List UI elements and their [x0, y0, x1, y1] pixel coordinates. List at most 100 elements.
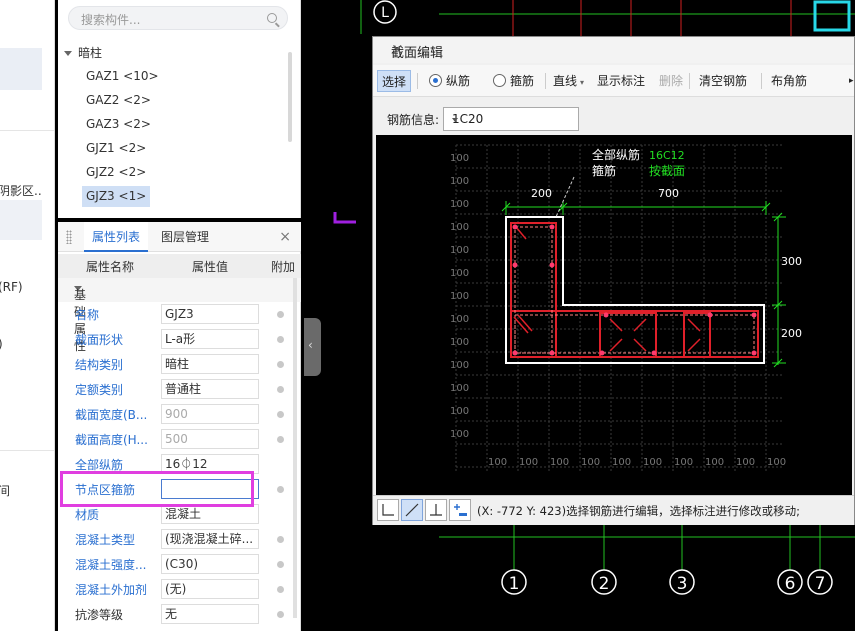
section-edit-canvas[interactable]: 100 100 100 100 100 100 100 100 100 100 100 100 100 1… [376, 135, 852, 495]
sidebar-divider-2 [0, 450, 54, 451]
select-button[interactable]: 选择 [377, 70, 412, 92]
dimension-label-300[interactable]: 300 [781, 255, 802, 268]
properties-scrollbar[interactable] [293, 278, 297, 618]
corner-rebar-button[interactable]: 布角筋 [767, 70, 811, 92]
axis-label-corner: L [381, 5, 389, 21]
rebar-point[interactable] [512, 350, 518, 356]
property-value-field[interactable]: L-a形 [161, 329, 259, 349]
attach-indicator-icon[interactable] [277, 611, 284, 618]
show-dimensions-button[interactable]: 显示标注 [593, 70, 649, 92]
dialog-titlebar[interactable]: 截面编辑 × [373, 37, 854, 63]
property-row[interactable]: 混凝土强度... (C30) [58, 552, 301, 577]
property-row[interactable]: 截面高度(H... 500 [58, 427, 301, 452]
longitudinal-radio[interactable]: 纵筋 [425, 70, 474, 92]
property-group-basic[interactable]: 基础属性 [58, 278, 301, 353]
rebar-point[interactable] [651, 350, 657, 356]
tree-group-hidden-column[interactable]: 暗柱 [64, 44, 102, 61]
close-icon[interactable]: × [279, 229, 291, 245]
dimension-label-200-right[interactable]: 200 [781, 327, 802, 340]
rebar-point[interactable] [751, 312, 757, 318]
tree-item-gjz3[interactable]: GJZ3 <1> [82, 186, 151, 207]
annotation-all-long[interactable]: 全部纵筋 [592, 147, 640, 162]
rebar-point[interactable] [707, 312, 713, 318]
property-value-field[interactable]: 混凝土 [161, 504, 259, 524]
property-row[interactable]: 名称 GJZ3 [58, 302, 301, 327]
add-dimension-icon[interactable] [449, 499, 471, 521]
perpendicular-icon[interactable] [425, 499, 447, 521]
rebar-info-select[interactable]: 1C20 [443, 107, 579, 131]
sidebar-item-paren[interactable]: ) [0, 337, 3, 351]
tree-scrollbar[interactable] [288, 52, 292, 142]
tree-item-gaz3[interactable]: GAZ3 <2> [82, 114, 155, 135]
rebar-point[interactable] [549, 350, 555, 356]
property-row[interactable]: 截面形状 L-a形 [58, 327, 301, 352]
chevron-down-icon[interactable] [64, 51, 72, 56]
tree-item-gaz2[interactable]: GAZ2 <2> [82, 90, 155, 111]
oblique-line-icon[interactable] [401, 499, 423, 521]
property-value-field[interactable]: 900 [161, 404, 259, 424]
rebar-point[interactable] [549, 262, 555, 268]
component-tree-panel: 搜索构件... 暗柱 GAZ1 <10> GAZ2 <2> GAZ3 <2> G… [58, 0, 301, 218]
tree-item-gaz1[interactable]: GAZ1 <10> [82, 66, 163, 87]
collapse-panel-button[interactable]: ‹ [304, 318, 321, 376]
property-row[interactable]: 结构类别 暗柱 [58, 352, 301, 377]
property-value-field[interactable]: (C30) [161, 554, 259, 574]
tree-item-gjz1[interactable]: GJZ1 <2> [82, 138, 150, 159]
clear-rebar-button[interactable]: 清空钢筋 [695, 70, 751, 92]
rebar-point[interactable] [599, 350, 605, 356]
ortho-icon[interactable] [377, 499, 399, 521]
delete-button[interactable]: 删除 [655, 70, 687, 92]
rebar-point[interactable] [512, 262, 518, 268]
attach-indicator-icon[interactable] [277, 486, 284, 493]
attach-indicator-icon[interactable] [277, 311, 284, 318]
grid-label: 100 [612, 457, 631, 468]
tab-layer-management[interactable]: 图层管理 [153, 222, 217, 252]
leader-line [555, 176, 575, 218]
property-row[interactable]: 混凝土类型 (现浇混凝土碎... [58, 527, 301, 552]
property-name: 混凝土强度... [75, 558, 147, 572]
attach-indicator-icon[interactable] [277, 586, 284, 593]
property-row[interactable]: 截面宽度(B... 900 [58, 402, 301, 427]
attach-indicator-icon[interactable] [277, 436, 284, 443]
rebar-point[interactable] [603, 312, 609, 318]
property-row[interactable]: 定额类别 普通柱 [58, 377, 301, 402]
sidebar-item-room[interactable]: 间 [0, 482, 10, 499]
dimension-label-200[interactable]: 200 [531, 187, 552, 200]
rebar-point[interactable] [512, 224, 518, 230]
chevron-right-icon[interactable]: ▸ [845, 70, 855, 92]
attach-indicator-icon[interactable] [277, 561, 284, 568]
property-row[interactable]: 抗渗等级 无 [58, 602, 301, 627]
annotation-by-section[interactable]: 按截面 [649, 164, 685, 178]
rebar-point[interactable] [751, 350, 757, 356]
attach-indicator-icon[interactable] [277, 336, 284, 343]
annotation-spec[interactable]: 16C12 [649, 149, 685, 162]
property-value-field[interactable]: (现浇混凝土碎... [161, 529, 259, 549]
property-value-field[interactable]: 普通柱 [161, 379, 259, 399]
stirrup-radio[interactable]: 箍筋 [489, 70, 538, 92]
toolbar-divider [417, 73, 418, 89]
line-mode-dropdown[interactable]: 直线 ▾ [549, 70, 588, 92]
property-value-field[interactable]: 500 [161, 429, 259, 449]
sidebar-highlight-2 [0, 200, 42, 240]
attach-indicator-icon[interactable] [277, 411, 284, 418]
annotation-stirrup[interactable]: 箍筋 [592, 163, 616, 178]
attach-indicator-icon[interactable] [277, 386, 284, 393]
property-value-field[interactable]: 暗柱 [161, 354, 259, 374]
attach-indicator-icon[interactable] [277, 536, 284, 543]
sidebar-item-shadow[interactable]: 阴影区.. [0, 182, 42, 199]
property-row[interactable]: 混凝土外加剂 (无) [58, 577, 301, 602]
close-icon[interactable]: × [391, 40, 848, 58]
rebar-point[interactable] [549, 224, 555, 230]
dimension-label-700[interactable]: 700 [658, 187, 679, 200]
search-icon[interactable] [267, 13, 277, 23]
property-value-field[interactable]: 无 [161, 604, 259, 624]
attach-indicator-icon[interactable] [277, 361, 284, 368]
property-value-field[interactable]: GJZ3 [161, 304, 259, 324]
sidebar-item-rf[interactable]: (RF) [0, 280, 23, 294]
property-value-field[interactable]: (无) [161, 579, 259, 599]
tab-property-list[interactable]: 属性列表 [84, 222, 149, 252]
drag-handle-icon[interactable] [66, 230, 72, 244]
tree-item-gjz2[interactable]: GJZ2 <2> [82, 162, 150, 183]
search-input[interactable]: 搜索构件... [68, 6, 288, 30]
highlight-box [60, 471, 254, 507]
